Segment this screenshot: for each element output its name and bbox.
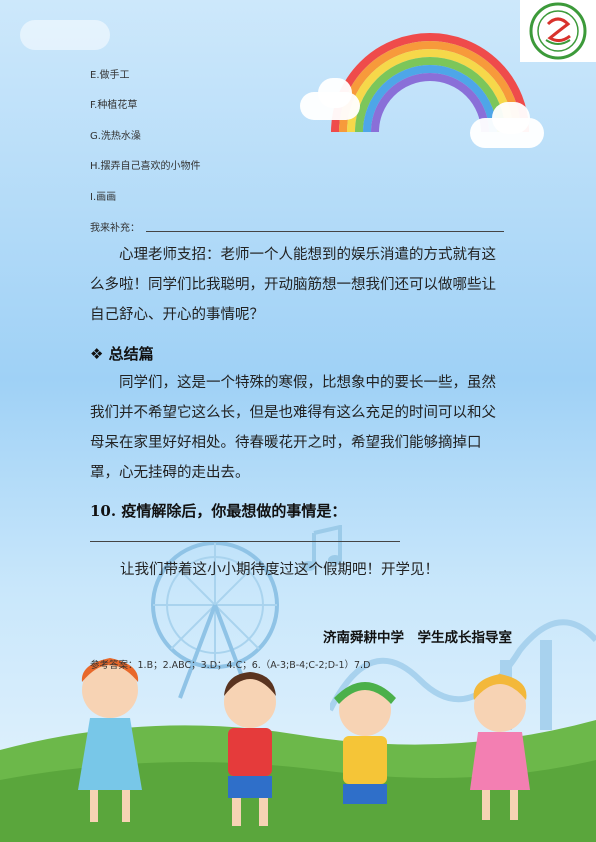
supplement-label: 我来补充： <box>90 223 140 234</box>
option-e: E.做手工 <box>90 70 130 81</box>
answer-key: 参考答案：1.B；2.ABC；3.D；4.C；6.（A-3;B-4;C-2;D-… <box>90 660 371 671</box>
closing-line: 让我们带着这小小期待度过这个假期吧！开学见！ <box>120 562 439 578</box>
question-10: 10. 疫情解除后，你最想做的事情是： <box>90 502 347 520</box>
summary-heading: ❖ 总结篇 <box>90 345 154 363</box>
signature: 济南舜耕中学 学生成长指导室 <box>323 630 512 646</box>
option-i: I.画画 <box>90 192 117 203</box>
supplement-blank-line[interactable] <box>146 231 504 232</box>
option-g: G.洗热水澡 <box>90 131 141 142</box>
document-content: E.做手工 F.种植花草 G.洗热水澡 H.摆弄自己喜欢的小物件 I.画画 我来… <box>0 0 596 842</box>
question-10-answer-line[interactable] <box>90 541 400 542</box>
option-f: F.种植花草 <box>90 100 138 111</box>
summary-paragraph: 同学们，这是一个特殊的寒假，比想象中的要长一些，虽然我们并不希望它这么长，但是也… <box>90 375 496 481</box>
tip-paragraph: 心理老师支招：老师一个人能想到的娱乐消遣的方式就有这么多啦！同学们比我聪明，开动… <box>90 247 496 323</box>
option-h: H.摆弄自己喜欢的小物件 <box>90 161 201 172</box>
